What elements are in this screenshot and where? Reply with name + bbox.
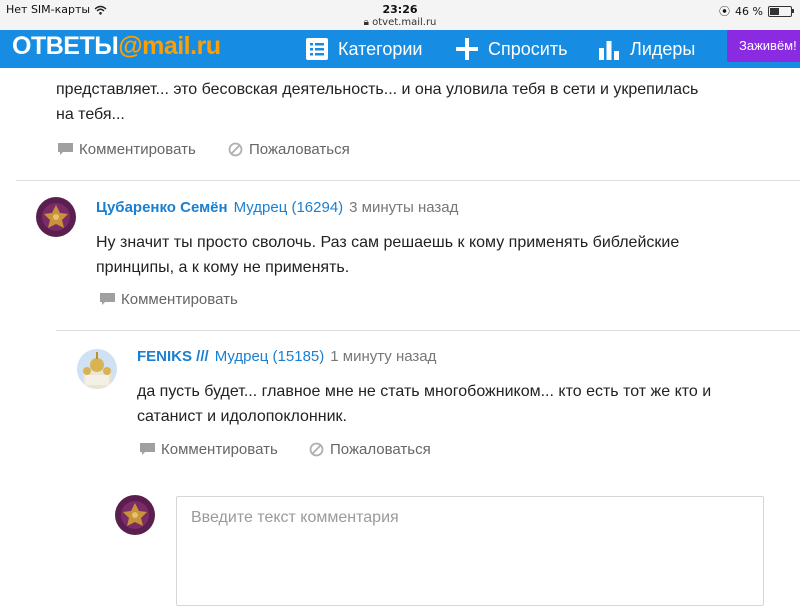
prev-comment-button[interactable]: Комментировать [58, 141, 196, 158]
address-bar[interactable]: 🔒︎ otvet.mail.ru [0, 17, 800, 28]
author-rank[interactable]: Мудрец (16294) [234, 199, 344, 216]
prev-comment-text: представляет... это бесовская деятельнос… [56, 77, 796, 127]
battery-percent: 46 % [735, 4, 763, 18]
rotation-lock-icon: ⦿ [719, 5, 731, 18]
avatar-image [115, 495, 155, 535]
speech-bubble-icon [140, 443, 155, 455]
logo-main: ОТВЕТЫ [12, 32, 119, 60]
site-logo[interactable]: ОТВЕТЫ@mail.ru [12, 32, 221, 61]
nav-ask[interactable]: Спросить [456, 30, 567, 68]
nav-leaders[interactable]: Лидеры [598, 30, 695, 68]
avatar[interactable] [36, 197, 76, 237]
divider [56, 330, 800, 331]
current-user-avatar[interactable] [115, 495, 155, 535]
divider [16, 180, 800, 181]
author-rank[interactable]: Мудрец (15185) [215, 348, 325, 365]
logo-domain: mail.ru [142, 32, 221, 60]
plus-icon [456, 38, 478, 60]
comment-line2: сатанист и идолопоклонник. [137, 408, 347, 425]
nav-leaders-label: Лидеры [630, 38, 696, 59]
avatar-image [36, 197, 76, 237]
comment-button-label: Комментировать [121, 291, 238, 308]
prev-report-button[interactable]: Пожаловаться [228, 141, 350, 158]
prev-comment-label: Комментировать [79, 141, 196, 158]
status-right: ⦿ 46 % [719, 3, 794, 19]
comment-line1: Ну значит ты просто сволочь. Раз сам реш… [96, 234, 680, 251]
avatar-image [77, 349, 117, 389]
comment-author: Цубаренко Семён Мудрец (16294) 3 минуты … [96, 199, 458, 216]
prev-comment-line2: на тебя... [56, 106, 125, 123]
logo-at: @ [118, 32, 143, 60]
comment-time: 1 минуту назад [330, 348, 437, 365]
url-text: otvet.mail.ru [372, 17, 437, 28]
comment-input[interactable]: Введите текст комментария [176, 496, 764, 606]
comment-time: 3 минуты назад [349, 199, 459, 216]
forbidden-icon [228, 142, 243, 157]
status-bar: Нет SIM-карты 23:26 🔒︎ otvet.mail.ru ⦿ 4… [0, 0, 800, 30]
report-button-label: Пожаловаться [330, 441, 431, 458]
avatar[interactable] [77, 349, 117, 389]
nav-categories-label: Категории [338, 38, 423, 59]
speech-bubble-icon [100, 293, 115, 305]
list-icon [306, 38, 328, 60]
comment-text: да пусть будет... главное мне не стать м… [137, 379, 797, 429]
site-header: ОТВЕТЫ@mail.ru Категории Спросить Лидеры… [0, 30, 800, 68]
prev-report-label: Пожаловаться [249, 141, 350, 158]
battery-icon [768, 5, 794, 17]
nav-ask-label: Спросить [488, 38, 568, 59]
comment-input-placeholder: Введите текст комментария [191, 509, 399, 526]
comment-line1: да пусть будет... главное мне не стать м… [137, 383, 712, 400]
author-name[interactable]: FENIKS /// [137, 348, 209, 365]
report-button[interactable]: Пожаловаться [309, 441, 431, 458]
bar-chart-icon [599, 41, 619, 60]
live-button[interactable]: Заживём! [727, 30, 800, 62]
comment-text: Ну значит ты просто сволочь. Раз сам реш… [96, 230, 796, 280]
nav-categories[interactable]: Категории [306, 30, 422, 68]
clock: 23:26 [382, 3, 418, 16]
forbidden-icon [309, 442, 324, 457]
comment-button-label: Комментировать [161, 441, 278, 458]
speech-bubble-icon [58, 143, 73, 155]
comment-button[interactable]: Комментировать [140, 441, 278, 458]
prev-comment-line1: представляет... это бесовская деятельнос… [56, 81, 699, 98]
author-name[interactable]: Цубаренко Семён [96, 199, 228, 216]
comment-button[interactable]: Комментировать [100, 291, 238, 308]
lock-icon: 🔒︎ [363, 17, 369, 28]
comment-author: FENIKS /// Мудрец (15185) 1 минуту назад [137, 348, 436, 365]
comment-line2: принципы, а к кому не применять. [96, 259, 350, 276]
